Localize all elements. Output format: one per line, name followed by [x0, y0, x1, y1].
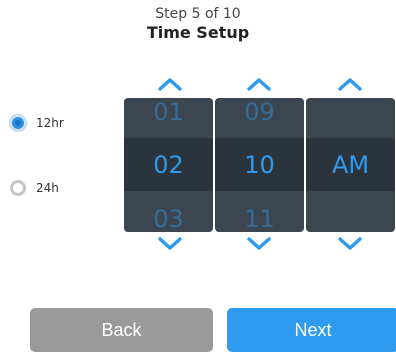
period-up-chevron-icon[interactable]: [337, 76, 363, 92]
period-down-chevron-icon[interactable]: [337, 236, 363, 252]
step-indicator: Step 5 of 10: [155, 6, 241, 22]
hour-selected[interactable]: 02: [124, 151, 213, 179]
minute-picker[interactable]: 09 10 11: [215, 98, 304, 232]
period-picker[interactable]: AM: [306, 98, 395, 232]
hour-picker[interactable]: 01 02 03: [124, 98, 213, 232]
back-button[interactable]: Back: [30, 308, 213, 352]
minute-selected[interactable]: 10: [215, 151, 304, 179]
format-option-12hr[interactable]: 12hr: [10, 115, 64, 131]
next-button[interactable]: Next: [227, 308, 396, 352]
radio-unselected-icon[interactable]: [10, 180, 26, 196]
format-label-24h: 24h: [36, 181, 59, 195]
hour-prev[interactable]: 01: [124, 98, 213, 126]
hour-next[interactable]: 03: [124, 205, 213, 232]
minute-next[interactable]: 11: [215, 205, 304, 232]
hour-down-chevron-icon[interactable]: [157, 236, 183, 252]
page-title: Time Setup: [146, 23, 250, 42]
minute-prev[interactable]: 09: [215, 98, 304, 126]
radio-selected-icon[interactable]: [10, 115, 26, 131]
format-label-12hr: 12hr: [36, 116, 64, 130]
minute-down-chevron-icon[interactable]: [246, 236, 272, 252]
format-option-24h[interactable]: 24h: [10, 180, 59, 196]
period-selected[interactable]: AM: [306, 151, 395, 179]
header: Step 5 of 10 Time Setup: [0, 6, 396, 42]
hour-up-chevron-icon[interactable]: [157, 76, 183, 92]
minute-up-chevron-icon[interactable]: [246, 76, 272, 92]
